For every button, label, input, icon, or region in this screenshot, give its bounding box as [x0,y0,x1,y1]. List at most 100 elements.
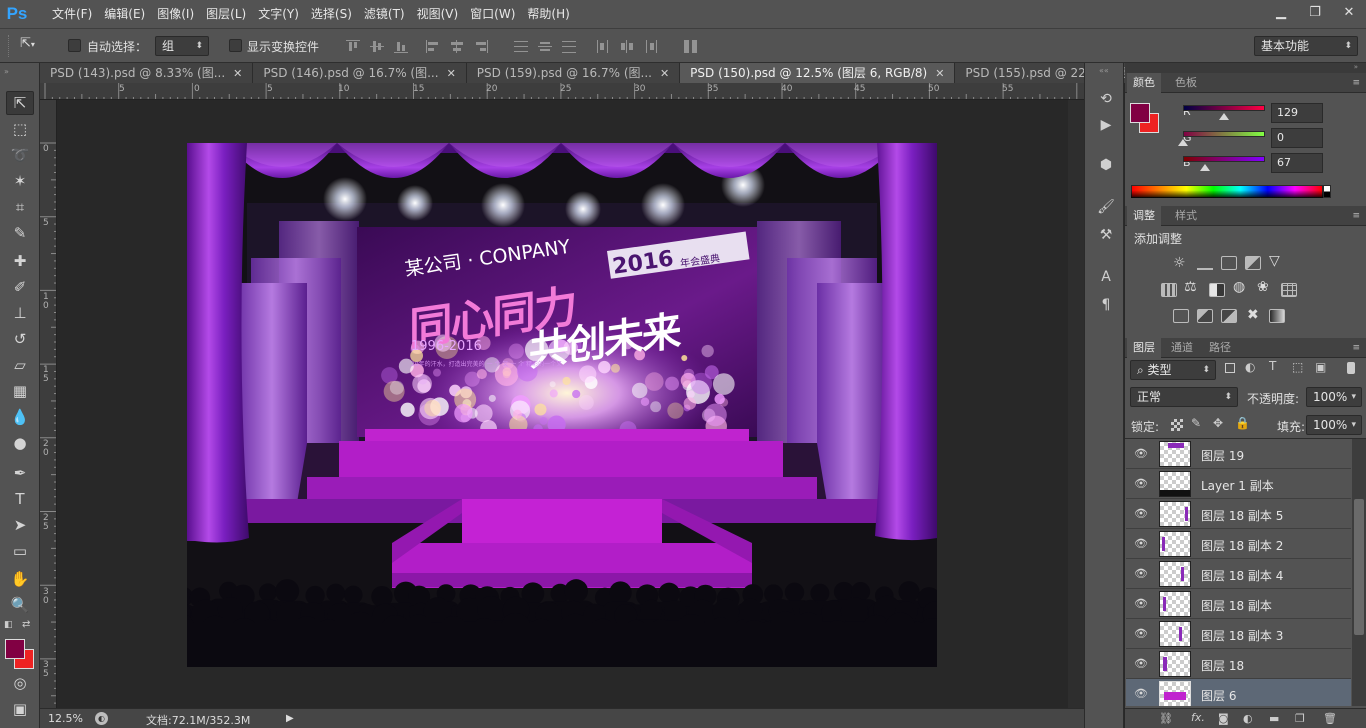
dodge-tool-icon[interactable]: ● [6,431,34,455]
menu-layer[interactable]: 图层(L) [200,0,252,28]
vibrance-icon[interactable]: ▽ [1269,253,1280,269]
eraser-tool-icon[interactable]: ▱ [6,353,34,377]
close-tab-icon[interactable]: ✕ [447,67,456,80]
menu-type[interactable]: 文字(Y) [252,0,305,28]
new-layer-icon[interactable]: ❐ [1295,712,1305,725]
layer-style-icon[interactable]: fx. [1191,711,1205,724]
levels-icon[interactable] [1197,256,1213,270]
menu-window[interactable]: 窗口(W) [464,0,521,28]
zoom-tool-icon[interactable]: 🔍 [6,593,34,617]
distribute-hcenter-icon[interactable] [620,40,634,53]
screen-mode-icon[interactable]: ▣ [6,697,34,721]
default-colors-icon[interactable]: ◧ [4,620,13,630]
collapse-icon[interactable]: «« [1099,66,1109,75]
close-tab-icon[interactable]: ✕ [935,67,944,80]
menu-help[interactable]: 帮助(H) [521,0,575,28]
threshold-icon[interactable] [1221,309,1237,323]
delete-layer-icon[interactable]: 🗑 [1323,712,1337,725]
visibility-eye-icon[interactable]: 👁 [1134,657,1148,671]
distribute-vcenter-icon[interactable] [538,40,552,53]
adjustment-layer-icon[interactable]: ◐ [1243,712,1253,725]
tab-paths[interactable]: 路径 [1203,338,1237,358]
menu-edit[interactable]: 编辑(E) [98,0,151,28]
lasso-tool-icon[interactable]: ➰ [6,143,34,167]
layer-name[interactable]: Layer 1 副本 [1201,477,1274,494]
tab-layers[interactable]: 图层 [1127,338,1161,358]
layer-name[interactable]: 图层 18 副本 4 [1201,567,1283,584]
align-bottom-icon[interactable] [394,40,408,53]
distribute-left-icon[interactable] [596,40,610,53]
history-brush-tool-icon[interactable]: ↺ [6,327,34,351]
align-top-icon[interactable] [346,40,360,53]
opacity-input[interactable]: 100% ▾ [1306,387,1362,407]
menu-file[interactable]: 文件(F) [46,0,98,28]
panel-menu-icon[interactable]: ≡ [1352,343,1360,353]
gradient-map-icon[interactable] [1269,309,1285,323]
auto-select-checkbox[interactable] [68,39,81,52]
visibility-eye-icon[interactable]: 👁 [1134,597,1148,611]
distribute-right-icon[interactable] [644,40,658,53]
status-info-icon[interactable]: ◐ [95,712,108,725]
minimize-button[interactable]: ▁ [1264,1,1298,23]
foreground-color-swatch[interactable] [5,639,25,659]
hue-saturation-icon[interactable] [1161,283,1177,297]
filter-type-icon[interactable]: T [1269,359,1276,373]
brightness-contrast-icon[interactable]: ☼ [1173,255,1186,271]
visibility-eye-icon[interactable]: 👁 [1134,567,1148,581]
visibility-eye-icon[interactable]: 👁 [1134,447,1148,461]
channel-b-slider[interactable] [1183,156,1265,162]
blend-mode-dropdown[interactable]: 正常 ⬍ [1130,387,1238,407]
character-panel-icon[interactable]: A [1096,267,1116,287]
black-white-swatch[interactable] [1323,185,1331,198]
quick-mask-icon[interactable]: ◎ [6,671,34,695]
collapse-icon[interactable]: » [1354,63,1358,71]
3d-panel-icon[interactable]: ⬢ [1096,155,1116,175]
panel-menu-icon[interactable]: ≡ [1352,78,1360,88]
tab-channels[interactable]: 通道 [1165,338,1199,358]
align-right-icon[interactable] [474,40,488,53]
path-selection-tool-icon[interactable]: ➤ [6,513,34,537]
lock-transparent-icon[interactable] [1171,419,1183,431]
tab-psd-159[interactable]: PSD (159).psd @ 16.7% (图... ✕ [466,63,681,83]
move-tool-icon[interactable]: ⇱ [6,91,34,115]
restore-button[interactable]: ❐ [1298,1,1332,23]
channel-r-slider-knob[interactable] [1219,113,1230,120]
align-hcenter-icon[interactable] [450,40,464,53]
channel-r-slider[interactable] [1183,105,1265,111]
channel-b-input[interactable]: 67 [1271,153,1323,173]
filter-pixel-icon[interactable] [1225,363,1235,373]
layer-mask-icon[interactable]: ◙ [1218,712,1229,725]
tab-styles[interactable]: 样式 [1169,206,1203,226]
tool-presets-icon[interactable]: ⚒ [1096,225,1116,245]
gradient-tool-icon[interactable]: ▦ [6,379,34,403]
layer-row[interactable]: 👁 图层 18 副本 4 [1126,559,1351,589]
filter-adjustment-icon[interactable]: ◐ [1245,360,1255,374]
photo-filter-icon[interactable]: ◍ [1233,279,1245,295]
paragraph-panel-icon[interactable]: ¶ [1096,295,1116,315]
zoom-level[interactable]: 12.5% [48,712,83,725]
tab-adjustments[interactable]: 调整 [1127,206,1161,226]
channel-g-slider[interactable] [1183,131,1265,137]
distribute-bottom-icon[interactable] [562,40,576,53]
invert-icon[interactable] [1173,309,1189,323]
color-balance-icon[interactable]: ⚖ [1184,279,1197,295]
layer-list-scrollbar[interactable] [1352,439,1366,706]
crop-tool-icon[interactable]: ⌗ [6,195,34,219]
auto-align-icon[interactable] [684,40,698,53]
layer-name[interactable]: 图层 6 [1201,687,1236,704]
layer-name[interactable]: 图层 18 副本 5 [1201,507,1283,524]
collapse-icon[interactable]: » [4,67,9,76]
channel-g-slider-knob[interactable] [1178,139,1188,146]
actions-panel-icon[interactable]: ▶ [1096,115,1116,135]
tab-psd-150[interactable]: PSD (150).psd @ 12.5% (图层 6, RGB/8) ✕ [680,63,956,83]
distribute-top-icon[interactable] [514,40,528,53]
layer-row[interactable]: 👁 图层 6 [1126,679,1351,706]
show-transform-checkbox[interactable] [229,39,242,52]
clone-stamp-tool-icon[interactable]: ⊥ [6,301,34,325]
channel-g-input[interactable]: 0 [1271,128,1323,148]
visibility-eye-icon[interactable]: 👁 [1134,507,1148,521]
lock-pixels-icon[interactable]: ✎ [1191,416,1201,430]
filter-toggle-icon[interactable] [1347,362,1355,374]
status-menu-arrow-icon[interactable]: ▶ [286,713,294,724]
healing-brush-tool-icon[interactable]: ✚ [6,249,34,273]
